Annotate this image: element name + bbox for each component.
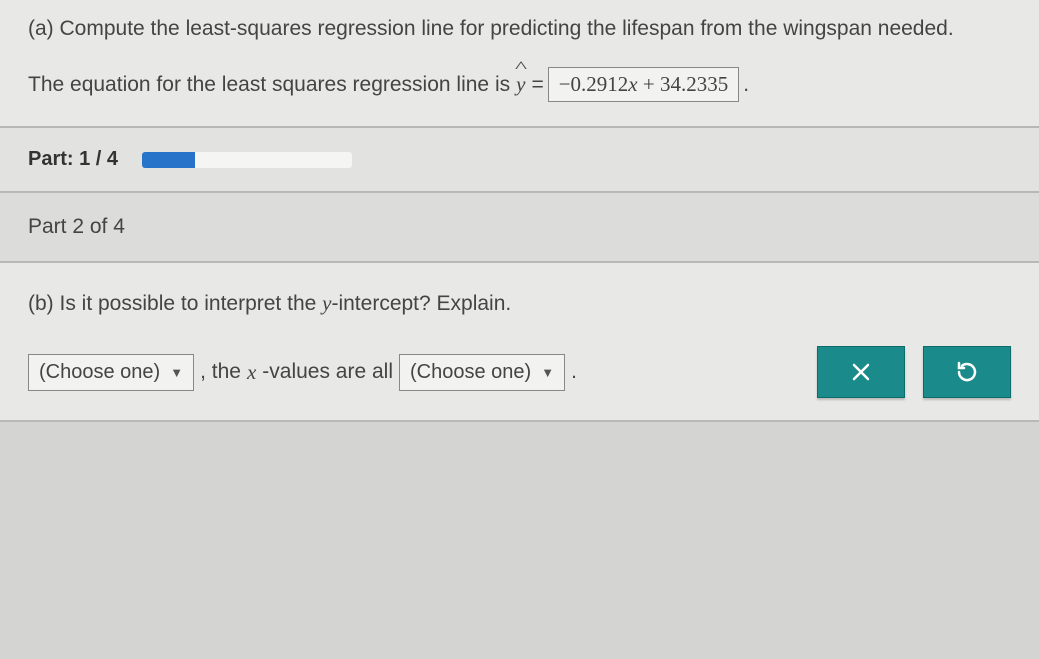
coefficient: −0.2912	[559, 72, 629, 96]
part-a-question: (a) Compute the least-squares regression…	[28, 14, 1011, 43]
intercept-value: + 34.2335	[638, 72, 729, 96]
equals-sign: =	[531, 73, 543, 97]
part-b-section: (b) Is it possible to interpret the y-in…	[0, 263, 1039, 422]
clear-button[interactable]	[817, 346, 905, 398]
equation-prefix: The equation for the least squares regre…	[28, 73, 510, 97]
question-b-post: -intercept? Explain.	[331, 292, 511, 315]
answer-period: .	[571, 360, 577, 384]
progress-bar	[142, 152, 352, 168]
part-b-question: (b) Is it possible to interpret the y-in…	[28, 291, 1011, 316]
mid-text-1: , the	[200, 360, 241, 384]
progress-label: Part: 1 / 4	[28, 148, 118, 171]
x-variable-text: x	[247, 360, 256, 385]
dropdown-2-label: (Choose one)	[410, 361, 531, 384]
dropdown-1[interactable]: (Choose one) ▼	[28, 354, 194, 391]
equation-period: .	[743, 73, 749, 97]
reset-icon	[955, 360, 979, 384]
x-variable: x	[628, 72, 637, 96]
chevron-down-icon: ▼	[170, 365, 183, 380]
mid-text-2: -values are all	[262, 360, 393, 384]
action-buttons	[817, 346, 1011, 398]
y-hat-symbol: y	[514, 72, 527, 97]
chevron-down-icon: ▼	[541, 365, 554, 380]
answer-row: (Choose one) ▼ , the x-values are all (C…	[28, 346, 1011, 398]
dropdown-1-label: (Choose one)	[39, 361, 160, 384]
reset-button[interactable]	[923, 346, 1011, 398]
question-b-pre: (b) Is it possible to interpret the	[28, 292, 322, 315]
regression-answer-box: −0.2912x + 34.2335	[548, 67, 740, 102]
close-icon	[850, 361, 872, 383]
dropdown-2[interactable]: (Choose one) ▼	[399, 354, 565, 391]
progress-fill	[142, 152, 195, 168]
answer-left: (Choose one) ▼ , the x-values are all (C…	[28, 354, 577, 391]
part-2-header: Part 2 of 4	[0, 193, 1039, 263]
equation-line: The equation for the least squares regre…	[28, 67, 1011, 102]
progress-section: Part: 1 / 4	[0, 128, 1039, 193]
part-a-section: (a) Compute the least-squares regression…	[0, 0, 1039, 128]
